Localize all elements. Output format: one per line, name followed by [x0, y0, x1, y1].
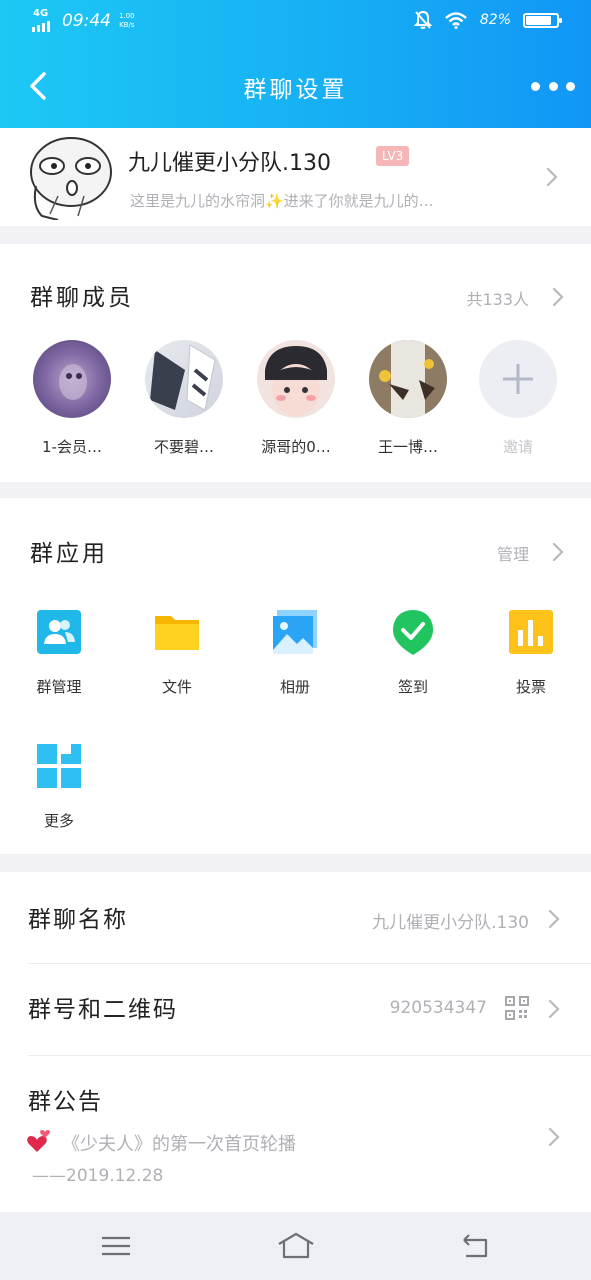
app-label: 群管理: [36, 678, 82, 696]
system-nav-bar: [0, 1212, 591, 1280]
notice-text: 《少夫人》的第一次首页轮播: [62, 1134, 296, 1155]
group-name-row[interactable]: 群聊名称 九儿催更小分队.130: [0, 872, 591, 962]
app-group-manage[interactable]: 群管理: [14, 608, 104, 697]
app-label: 更多: [43, 812, 74, 830]
app-more[interactable]: 更多: [14, 742, 104, 831]
chevron-right-icon: [548, 909, 560, 929]
apps-manage-link[interactable]: 管理: [497, 541, 529, 565]
member-item[interactable]: 王一博…: [358, 340, 458, 457]
group-notice-label: 群公告: [28, 1089, 103, 1115]
more-menu-icon[interactable]: [531, 74, 575, 98]
home-icon[interactable]: [276, 1230, 316, 1262]
battery-icon: [523, 12, 562, 28]
app-label: 文件: [161, 678, 192, 696]
member-name: 1-会员…: [42, 438, 102, 456]
invite-button[interactable]: 邀请: [468, 340, 568, 457]
member-avatar: [257, 340, 335, 418]
apps-title: 群应用: [30, 541, 108, 567]
wifi-icon: [445, 12, 467, 29]
page-title: 群聊设置: [243, 77, 348, 103]
member-name: 不要碧…: [153, 438, 214, 456]
menu-icon[interactable]: [98, 1230, 134, 1262]
signal-icon: 4G: [32, 8, 54, 32]
member-name: 源哥的0…: [261, 438, 331, 456]
app-album[interactable]: 相册: [250, 608, 340, 697]
network-type: 4G: [33, 8, 49, 19]
app-vote[interactable]: 投票: [486, 608, 576, 697]
more-grid-icon: [37, 744, 81, 788]
group-manage-icon: [37, 610, 81, 654]
chevron-right-icon[interactable]: [551, 541, 565, 563]
group-number-label: 群号和二维码: [28, 997, 178, 1023]
qr-code-icon[interactable]: [505, 996, 529, 1020]
members-title: 群聊成员: [30, 285, 134, 311]
member-item[interactable]: 不要碧…: [134, 340, 234, 457]
vote-icon: [509, 610, 553, 654]
chevron-right-icon[interactable]: [551, 286, 565, 308]
speed-unit: KB/s: [119, 21, 135, 29]
group-apps-section: 群应用 管理 群管理 文件 相册 签到 投票 更多: [0, 498, 591, 854]
group-number-value: 920534347: [389, 998, 487, 1018]
app-files[interactable]: 文件: [132, 608, 222, 697]
member-avatar: [145, 340, 223, 418]
chevron-right-icon: [548, 999, 560, 1019]
member-name: 王一博…: [377, 438, 438, 456]
status-bar: 4G 09:44 1.00 KB/s 82%: [0, 0, 591, 44]
two-hearts-icon: [27, 1130, 50, 1152]
notice-date: ——2019.12.28: [32, 1166, 164, 1186]
chevron-right-icon: [546, 167, 558, 187]
speed-value: 1.00: [119, 12, 135, 20]
mute-bell-icon: [413, 10, 432, 29]
group-name: 九儿催更小分队.130: [128, 151, 331, 176]
network-speed: 1.00 KB/s: [119, 12, 135, 30]
back-icon[interactable]: [458, 1230, 494, 1262]
group-notice-row[interactable]: 群公告 《少夫人》的第一次首页轮播 ——2019.12.28: [0, 1056, 591, 1212]
app-check-in[interactable]: 签到: [368, 608, 458, 697]
group-number-row[interactable]: 群号和二维码 920534347: [0, 964, 591, 1054]
member-avatar: [369, 340, 447, 418]
settings-list: 群聊名称 九儿催更小分队.130 群号和二维码 920534347 群公告 《少…: [0, 872, 591, 1212]
level-badge: LV3: [376, 146, 410, 166]
group-name-label: 群聊名称: [28, 907, 128, 933]
app-label: 投票: [515, 678, 546, 696]
battery-percent: 82%: [479, 12, 511, 28]
check-in-icon: [393, 610, 433, 655]
app-label: 相册: [279, 678, 310, 696]
member-item[interactable]: 1-会员…: [22, 340, 122, 457]
member-avatar: [33, 340, 111, 418]
invite-label: 邀请: [502, 438, 533, 456]
header: 4G 09:44 1.00 KB/s 82% 群聊设置: [0, 0, 591, 128]
album-icon: [273, 610, 317, 654]
group-avatar: [30, 137, 112, 220]
group-profile-row[interactable]: 九儿催更小分队.130 LV3 这里是九儿的水帘洞✨进来了你就是九儿的…: [0, 128, 591, 226]
members-section: 群聊成员 共133人 1-会员… 不要碧… 源哥的0… 王一博… 邀请: [0, 244, 591, 482]
folder-icon: [155, 616, 199, 650]
group-name-value: 九儿催更小分队.130: [372, 913, 529, 933]
clock: 09:44: [62, 11, 111, 31]
group-description: 这里是九儿的水帘洞✨进来了你就是九儿的…: [130, 192, 434, 210]
member-count[interactable]: 共133人: [466, 286, 529, 310]
app-label: 签到: [397, 678, 428, 696]
add-member-icon: [479, 340, 557, 418]
member-item[interactable]: 源哥的0…: [246, 340, 346, 457]
nav-bar: 群聊设置: [0, 44, 591, 128]
chevron-right-icon: [548, 1127, 560, 1147]
